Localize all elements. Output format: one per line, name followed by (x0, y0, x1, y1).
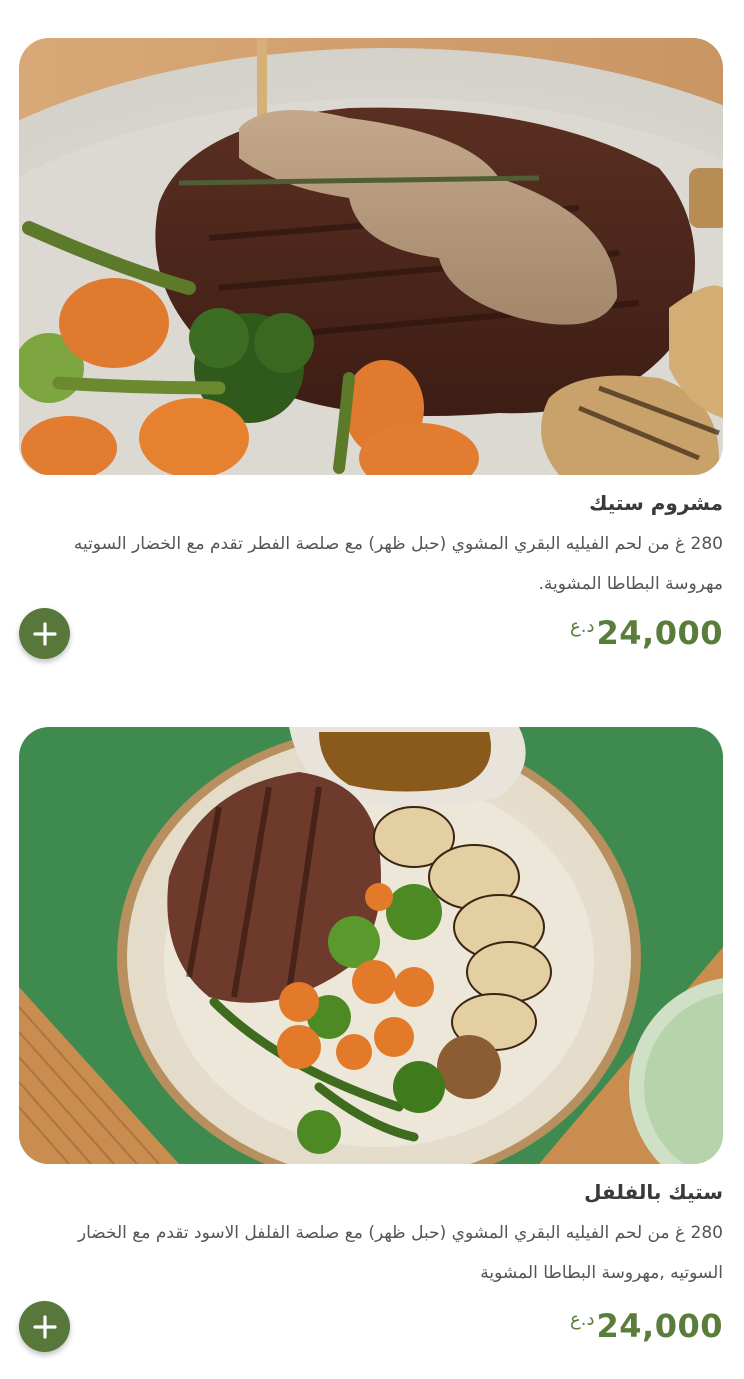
price: د.ع 24,000 (570, 614, 723, 652)
price-row: د.ع 24,000 (19, 1301, 723, 1353)
dish-name: ستيك بالفلفل (584, 1180, 723, 1204)
add-to-cart-button[interactable] (19, 608, 70, 659)
plus-icon (32, 621, 57, 646)
dish-photo[interactable] (19, 727, 723, 1164)
menu-list: مشروم ستيك 280 غ من لحم الفيليه البقري ا… (0, 0, 744, 1379)
pepper-steak-plate-photo (19, 727, 723, 1164)
dish-info: مشروم ستيك 280 غ من لحم الفيليه البقري ا… (19, 475, 723, 660)
dish-name: مشروم ستيك (589, 491, 723, 515)
price-amount: 24,000 (596, 1307, 723, 1345)
price: د.ع 24,000 (570, 1307, 723, 1345)
dish-info: ستيك بالفلفل 280 غ من لحم الفيليه البقري… (19, 1164, 723, 1353)
plus-icon (32, 1314, 57, 1339)
dish-description: 280 غ من لحم الفيليه البقري المشوي (حبل … (77, 1223, 723, 1283)
steak-with-mushroom-sauce-photo (19, 38, 723, 475)
dish-photo[interactable] (19, 38, 723, 475)
menu-item-card[interactable]: ستيك بالفلفل 280 غ من لحم الفيليه البقري… (19, 727, 723, 1353)
add-to-cart-button[interactable] (19, 1301, 70, 1352)
price-amount: 24,000 (596, 614, 723, 652)
dish-description: 280 غ من لحم الفيليه البقري المشوي (حبل … (73, 534, 723, 594)
currency-label: د.ع (570, 1309, 595, 1330)
menu-item-card[interactable]: مشروم ستيك 280 غ من لحم الفيليه البقري ا… (19, 38, 723, 660)
currency-label: د.ع (570, 616, 595, 637)
price-row: د.ع 24,000 (19, 608, 723, 660)
